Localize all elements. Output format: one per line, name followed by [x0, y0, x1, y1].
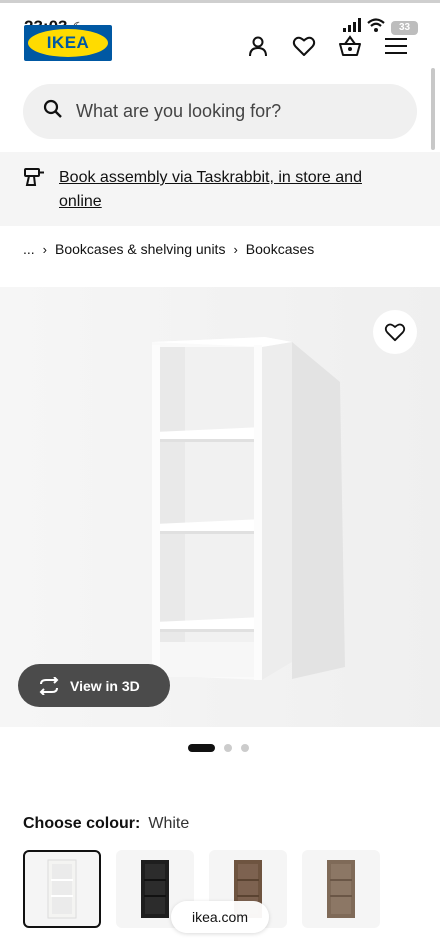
swatch-brown-walnut[interactable] [302, 850, 380, 928]
favourite-button[interactable] [373, 310, 417, 354]
colour-label: Choose colour: [23, 815, 141, 832]
breadcrumb: ... › Bookcases & shelving units › Bookc… [23, 241, 314, 257]
chevron-right-icon: › [233, 241, 238, 257]
colour-value: White [148, 815, 190, 832]
breadcrumb-item-bookcases-shelving[interactable]: Bookcases & shelving units [55, 241, 225, 257]
breadcrumb-item-bookcases[interactable]: Bookcases [246, 241, 314, 257]
bookcase-thumbnail [141, 860, 169, 918]
colour-chooser: Choose colour: White [23, 815, 189, 833]
account-icon[interactable] [244, 32, 272, 60]
bookcase-thumbnail [47, 859, 77, 919]
header-icons [244, 32, 410, 60]
pagination-dot-1[interactable] [188, 744, 215, 752]
search-icon [43, 99, 63, 124]
bookcase-illustration [0, 287, 440, 727]
menu-hamburger-icon[interactable] [382, 32, 410, 60]
drill-tool-icon [23, 166, 45, 193]
shopping-basket-icon[interactable] [336, 32, 364, 60]
top-edge-line [0, 0, 440, 3]
gallery-pagination [188, 744, 249, 752]
bookcase-thumbnail [327, 860, 355, 918]
page-scrollbar[interactable] [431, 68, 435, 150]
chevron-right-icon: › [42, 241, 48, 257]
search-placeholder: What are you looking for? [76, 101, 282, 121]
wishlist-heart-icon[interactable] [290, 32, 318, 60]
search-input[interactable]: What are you looking for? [23, 84, 417, 139]
breadcrumb-ellipsis[interactable]: ... [23, 241, 35, 257]
browser-domain-pill[interactable]: ikea.com [171, 901, 269, 933]
view-in-3d-button[interactable]: View in 3D [18, 664, 170, 707]
book-assembly-link[interactable]: Book assembly via Taskrabbit, in store a… [59, 166, 399, 214]
logo-text: IKEA [28, 29, 108, 57]
rotate-3d-icon [39, 676, 59, 695]
view-in-3d-label: View in 3D [70, 677, 140, 694]
pagination-dot-2[interactable] [224, 744, 232, 752]
product-image[interactable] [0, 287, 440, 727]
ikea-logo[interactable]: IKEA [24, 25, 112, 61]
swatch-white[interactable] [23, 850, 101, 928]
heart-icon [384, 323, 406, 342]
pagination-dot-3[interactable] [241, 744, 249, 752]
